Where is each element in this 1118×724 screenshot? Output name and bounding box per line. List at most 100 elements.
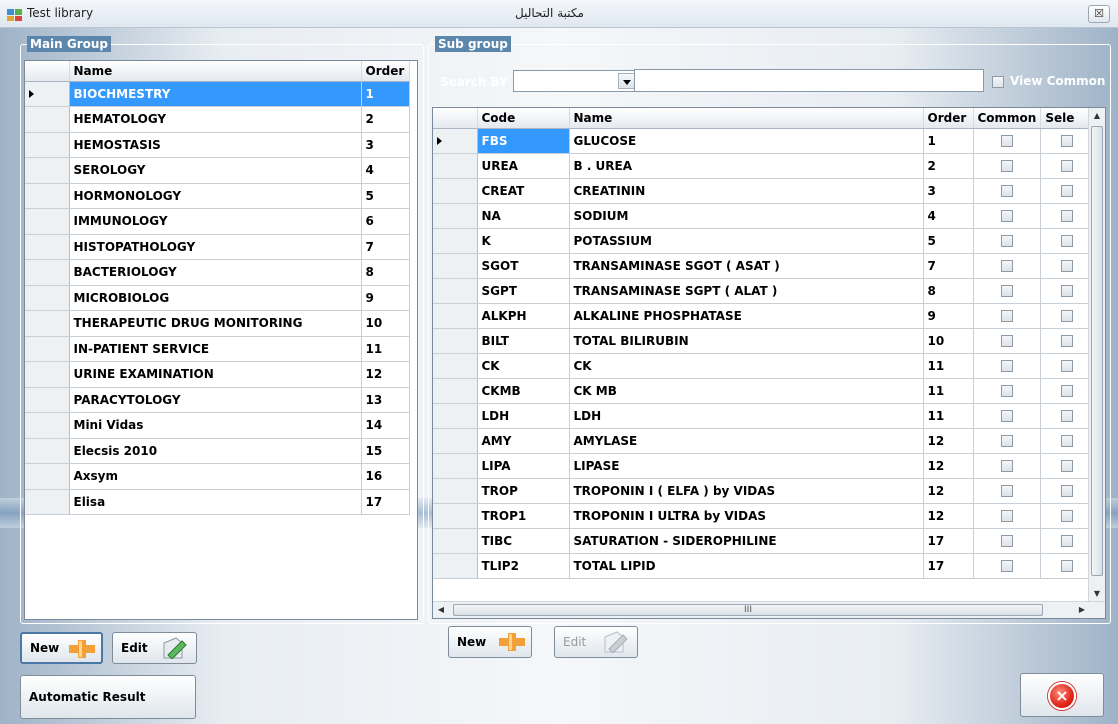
table-row[interactable]: ALKPH ALKALINE PHOSPHATASE 9 [433, 303, 1095, 329]
cell-name[interactable]: THERAPEUTIC DRUG MONITORING [69, 310, 362, 337]
table-row[interactable]: BACTERIOLOGY 8 [25, 259, 410, 286]
table-row[interactable]: BILT TOTAL BILIRUBIN 10 [433, 328, 1095, 354]
select-checkbox[interactable] [1061, 360, 1074, 372]
cell-name[interactable]: BIOCHMESTRY [69, 81, 362, 107]
row-header[interactable] [25, 489, 70, 515]
cell-order[interactable]: 11 [923, 353, 974, 379]
common-checkbox[interactable] [1000, 435, 1013, 447]
table-row[interactable]: UREA B . UREA 2 [433, 153, 1095, 179]
search-input[interactable] [634, 69, 984, 92]
cell-common[interactable] [973, 278, 1042, 304]
row-header[interactable] [25, 310, 70, 337]
common-checkbox[interactable] [1000, 560, 1013, 572]
cell-order[interactable]: 10 [361, 310, 410, 337]
cell-order[interactable]: 8 [923, 278, 974, 304]
search-by-dropdown[interactable] [513, 70, 638, 92]
row-header[interactable] [433, 303, 478, 329]
cell-common[interactable] [973, 403, 1042, 429]
select-checkbox[interactable] [1061, 560, 1074, 572]
column-header-code[interactable]: Code [477, 108, 570, 129]
cell-code[interactable]: K [477, 228, 570, 254]
cell-common[interactable] [973, 553, 1042, 579]
cell-code[interactable]: LDH [477, 403, 570, 429]
select-checkbox[interactable] [1061, 160, 1074, 172]
table-row[interactable]: Axsym 16 [25, 463, 410, 490]
cell-select[interactable] [1040, 228, 1095, 254]
table-row[interactable]: CKMB CK MB 11 [433, 378, 1095, 404]
select-checkbox[interactable] [1061, 185, 1074, 197]
select-checkbox[interactable] [1061, 460, 1074, 472]
scroll-up-icon[interactable]: ▲ [1089, 108, 1105, 124]
cell-name[interactable]: PARACYTOLOGY [69, 387, 362, 413]
select-checkbox[interactable] [1061, 310, 1074, 322]
cell-order[interactable]: 4 [361, 157, 410, 184]
cell-order[interactable]: 12 [923, 503, 974, 529]
table-row[interactable]: BIOCHMESTRY 1 [25, 81, 410, 107]
cell-select[interactable] [1040, 253, 1095, 279]
cell-select[interactable] [1040, 178, 1095, 204]
cell-order[interactable]: 11 [923, 378, 974, 404]
cell-select[interactable] [1040, 278, 1095, 304]
common-checkbox[interactable] [1000, 160, 1013, 172]
cell-name[interactable]: URINE EXAMINATION [69, 361, 362, 388]
common-checkbox[interactable] [1000, 385, 1013, 397]
view-common-checkbox[interactable]: View Common [992, 74, 1105, 88]
cell-common[interactable] [973, 128, 1042, 154]
cell-order[interactable]: 2 [361, 106, 410, 133]
row-header[interactable] [25, 463, 70, 490]
row-header[interactable] [25, 285, 70, 311]
row-header[interactable] [433, 178, 478, 204]
cell-name[interactable]: SEROLOGY [69, 157, 362, 184]
cell-name[interactable]: MICROBIOLOG [69, 285, 362, 311]
cell-select[interactable] [1040, 328, 1095, 354]
cell-code[interactable]: CKMB [477, 378, 570, 404]
cell-select[interactable] [1040, 153, 1095, 179]
table-row[interactable]: NA SODIUM 4 [433, 203, 1095, 229]
common-checkbox[interactable] [1000, 135, 1013, 147]
table-row[interactable]: FBS GLUCOSE 1 [433, 128, 1095, 154]
row-header[interactable] [433, 228, 478, 254]
cell-name[interactable]: Axsym [69, 463, 362, 490]
column-header-name[interactable]: Name [69, 61, 362, 82]
cell-select[interactable] [1040, 378, 1095, 404]
cell-name[interactable]: GLUCOSE [569, 128, 924, 154]
sub-group-grid[interactable]: Code Name Order Common Sele FBS GLUCOSE 1 U… [432, 107, 1106, 619]
table-row[interactable]: LDH LDH 11 [433, 403, 1095, 429]
cell-order[interactable]: 5 [361, 183, 410, 209]
row-header[interactable] [25, 259, 70, 286]
common-checkbox[interactable] [1000, 485, 1013, 497]
table-row[interactable]: THERAPEUTIC DRUG MONITORING 10 [25, 310, 410, 337]
row-header[interactable] [25, 132, 70, 158]
cell-order[interactable]: 14 [361, 412, 410, 439]
cell-common[interactable] [973, 428, 1042, 454]
cell-name[interactable]: LIPASE [569, 453, 924, 479]
cell-common[interactable] [973, 453, 1042, 479]
row-header[interactable] [433, 128, 478, 154]
cell-name[interactable]: CK [569, 353, 924, 379]
cell-code[interactable]: BILT [477, 328, 570, 354]
cell-name[interactable]: LDH [569, 403, 924, 429]
cell-name[interactable]: POTASSIUM [569, 228, 924, 254]
cell-order[interactable]: 12 [923, 478, 974, 504]
cell-code[interactable]: FBS [477, 128, 570, 154]
row-header[interactable] [25, 183, 70, 209]
cell-order[interactable]: 15 [361, 438, 410, 464]
table-row[interactable]: CREAT CREATININ 3 [433, 178, 1095, 204]
cell-name[interactable]: ALKALINE PHOSPHATASE [569, 303, 924, 329]
cell-name[interactable]: Elisa [69, 489, 362, 515]
row-header[interactable] [25, 438, 70, 464]
table-row[interactable]: HISTOPATHOLOGY 7 [25, 234, 410, 260]
cell-name[interactable]: TROPONIN I ( ELFA ) by VIDAS [569, 478, 924, 504]
cell-order[interactable]: 11 [361, 336, 410, 362]
table-row[interactable]: Elecsis 2010 15 [25, 438, 410, 464]
cell-common[interactable] [973, 478, 1042, 504]
cell-common[interactable] [973, 253, 1042, 279]
scroll-right-icon[interactable]: ▶ [1074, 602, 1090, 618]
row-header[interactable] [433, 278, 478, 304]
common-checkbox[interactable] [1000, 535, 1013, 547]
row-header[interactable] [433, 453, 478, 479]
table-row[interactable]: SGOT TRANSAMINASE SGOT ( ASAT ) 7 [433, 253, 1095, 279]
cell-code[interactable]: TROP [477, 478, 570, 504]
cell-select[interactable] [1040, 478, 1095, 504]
cell-common[interactable] [973, 353, 1042, 379]
